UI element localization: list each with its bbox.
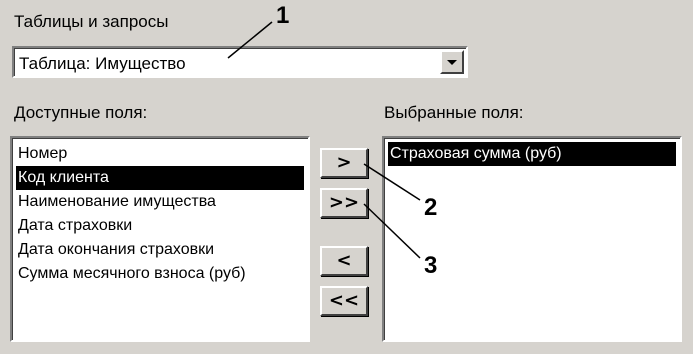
callout-line-1: [227, 21, 273, 59]
callout-3: 3: [424, 252, 438, 279]
callout-lines: [227, 21, 421, 259]
callout-2: 2: [424, 194, 438, 221]
callout-line-3: [363, 203, 421, 259]
callout-line-2: [363, 163, 421, 201]
callout-1: 1: [276, 2, 290, 29]
